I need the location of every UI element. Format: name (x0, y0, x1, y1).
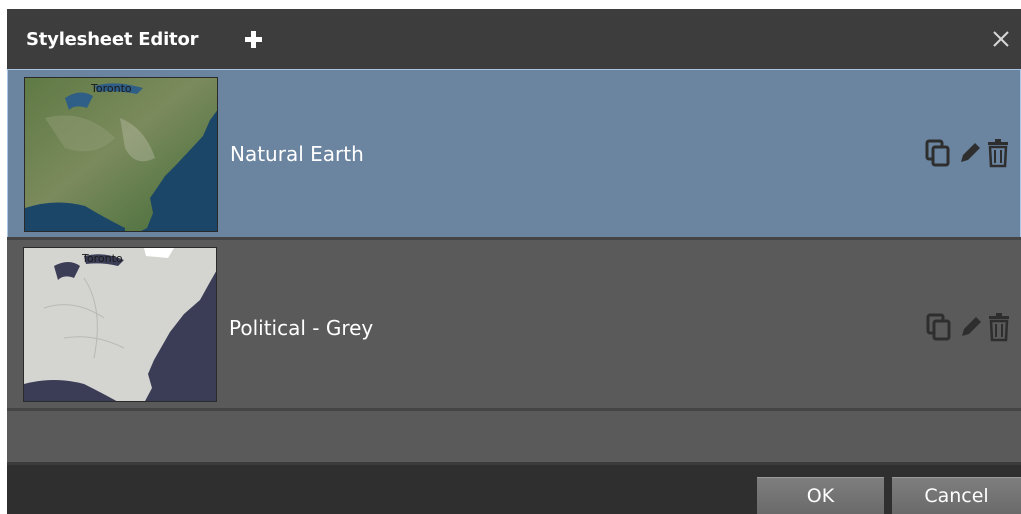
political-grey-thumbnail: Toronto (23, 247, 217, 402)
dialog-footer: OK Cancel (7, 465, 1021, 514)
copy-icon[interactable] (924, 138, 954, 172)
delete-icon[interactable] (985, 138, 1011, 172)
delete-icon[interactable] (986, 312, 1012, 346)
stylesheet-name: Natural Earth (230, 142, 364, 166)
stylesheet-row-political-grey[interactable]: Toronto Political - Grey (7, 240, 1021, 408)
title-bar: Stylesheet Editor (7, 9, 1021, 69)
edit-icon[interactable] (957, 140, 983, 170)
stylesheet-editor-dialog: Stylesheet Editor Toronto Natural Earth … (7, 9, 1021, 514)
edit-icon[interactable] (958, 314, 984, 344)
thumbnail-city-label: Toronto (90, 82, 132, 95)
row-actions (924, 138, 1014, 168)
natural-earth-thumbnail: Toronto (24, 77, 218, 232)
row-actions (925, 312, 1015, 342)
cancel-button[interactable]: Cancel (892, 477, 1021, 514)
stylesheet-name: Political - Grey (229, 316, 374, 340)
empty-list-row (7, 411, 1021, 462)
copy-icon[interactable] (925, 312, 955, 346)
plus-icon[interactable] (244, 30, 263, 49)
dialog-title: Stylesheet Editor (26, 29, 199, 50)
ok-button[interactable]: OK (757, 477, 884, 514)
stylesheet-row-natural-earth[interactable]: Toronto Natural Earth (7, 69, 1021, 238)
thumbnail-city-label: Toronto (81, 252, 123, 265)
close-icon[interactable] (990, 28, 1012, 50)
